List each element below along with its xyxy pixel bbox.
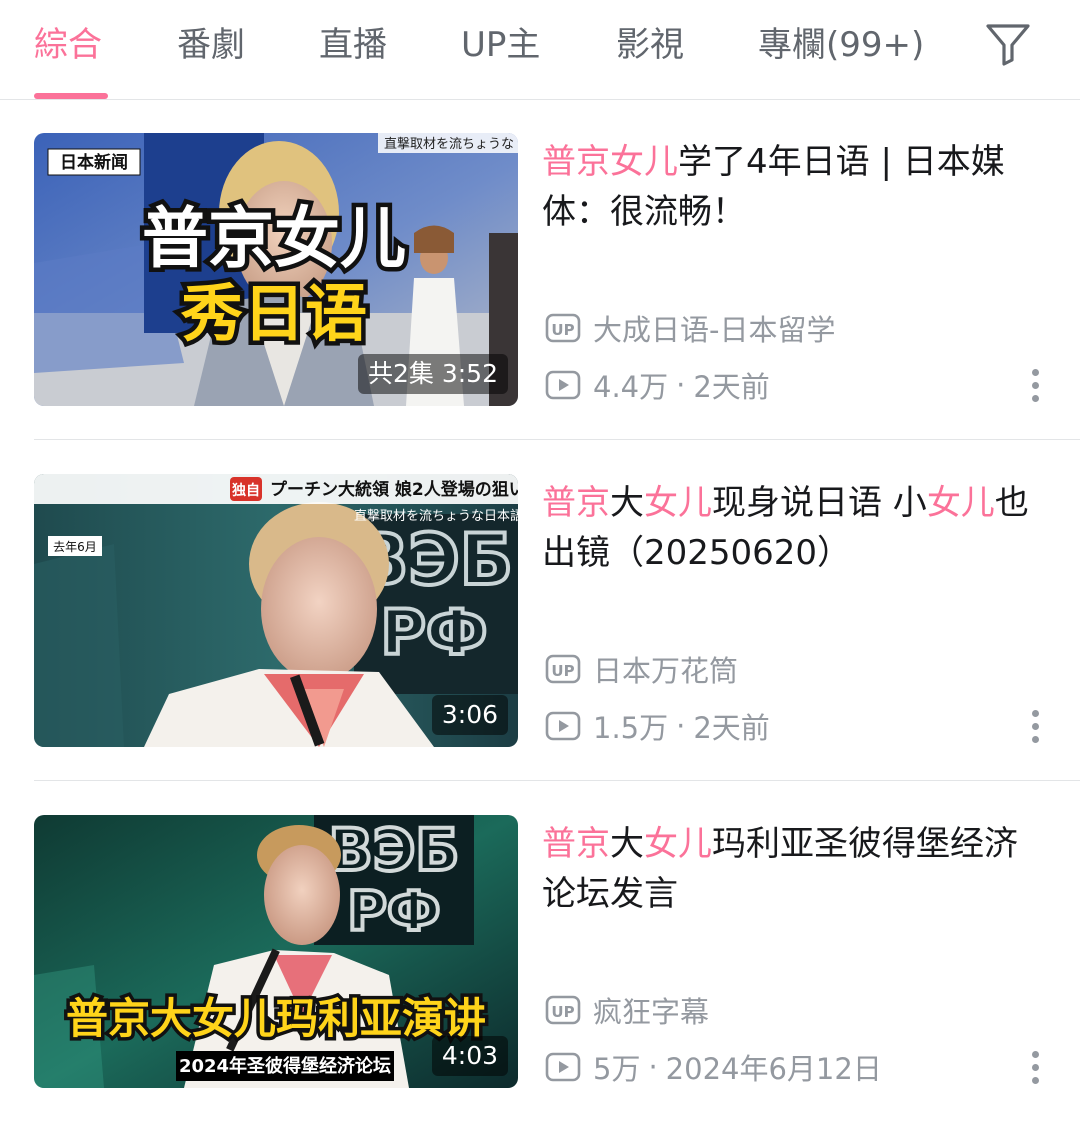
more-options-button[interactable] bbox=[1022, 706, 1048, 746]
stats-row: 4.4万 · 2天前 bbox=[545, 365, 770, 405]
video-duration: 4:03 bbox=[431, 1036, 508, 1076]
tab-bar: 綜合 番劇 直播 UP主 影視 專欄(99+) bbox=[0, 0, 1080, 100]
up-badge-icon: UP bbox=[545, 313, 581, 343]
more-vertical-icon bbox=[1031, 709, 1039, 717]
tab-anime[interactable]: 番劇 bbox=[177, 22, 245, 68]
video-title[interactable]: 普京女儿学了4年日语 | 日本媒体：很流畅！ bbox=[542, 137, 1042, 237]
filter-button[interactable] bbox=[982, 20, 1034, 68]
tab-live[interactable]: 直播 bbox=[319, 22, 387, 68]
title-keyword-highlight: 普京女儿 bbox=[542, 142, 678, 182]
video-card[interactable]: ВЭБ РФ 普京大女儿玛利亚演讲 2024年圣彼得堡经济论坛 4:03 普京大… bbox=[0, 781, 1080, 1122]
thumb-subheadline: 秀日语 bbox=[180, 277, 367, 350]
stats-row: 5万 · 2024年6月12日 bbox=[545, 1047, 882, 1087]
title-text: 现身说日语 小 bbox=[712, 483, 927, 523]
uploader-name: 大成日语-日本留学 bbox=[593, 313, 836, 347]
view-count: 5万 bbox=[593, 1052, 641, 1086]
svg-text:РФ: РФ bbox=[347, 880, 440, 943]
view-count: 1.5万 bbox=[593, 711, 669, 745]
stats-row: 1.5万 · 2天前 bbox=[545, 706, 770, 746]
more-vertical-icon bbox=[1031, 368, 1039, 376]
title-keyword-highlight: 普京 bbox=[542, 824, 610, 864]
video-thumbnail[interactable]: 日本新闻 直撃取材を流ちょうな 普京女儿 秀日语 共2集 3:52 bbox=[34, 133, 518, 406]
publish-date: 2天前 bbox=[693, 370, 770, 404]
video-duration: 3:06 bbox=[431, 695, 508, 735]
video-card[interactable]: 日本新闻 直撃取材を流ちょうな 普京女儿 秀日语 共2集 3:52 普京女儿学了… bbox=[0, 99, 1080, 440]
uploader-name: 疯狂字幕 bbox=[593, 995, 710, 1029]
video-thumbnail[interactable]: ВЭБ РФ 独自 プーチン大統領 娘2人登場の狙い 直撃取材を流ちょうな日本語… bbox=[34, 474, 518, 747]
title-keyword-highlight: 女儿 bbox=[644, 824, 712, 864]
video-thumbnail[interactable]: ВЭБ РФ 普京大女儿玛利亚演讲 2024年圣彼得堡经济论坛 4:03 bbox=[34, 815, 518, 1088]
publish-date: 2024年6月12日 bbox=[665, 1052, 882, 1086]
svg-text:UP: UP bbox=[551, 1003, 574, 1021]
play-count-icon bbox=[545, 1052, 581, 1082]
thumb-subcaption: 直撃取材を流ちょうな日本語で bbox=[354, 508, 518, 524]
title-keyword-highlight: 普京 bbox=[542, 483, 610, 523]
tab-comprehensive[interactable]: 綜合 bbox=[34, 22, 102, 68]
publish-date: 2天前 bbox=[693, 711, 770, 745]
play-count-icon bbox=[545, 711, 581, 741]
up-badge-icon: UP bbox=[545, 654, 581, 684]
thumb-badge: 独自 bbox=[232, 482, 260, 499]
play-count-icon bbox=[545, 370, 581, 400]
view-count: 4.4万 bbox=[593, 370, 669, 404]
svg-text:ВЭБ: ВЭБ bbox=[329, 816, 460, 884]
title-keyword-highlight: 女儿 bbox=[926, 483, 995, 523]
more-vertical-icon bbox=[1031, 1050, 1039, 1058]
meta-separator: · bbox=[676, 709, 686, 743]
thumb-small-label: 去年6月 bbox=[53, 540, 97, 554]
thumb-badge: 日本新闻 bbox=[60, 152, 128, 173]
thumb-caption: 2024年圣彼得堡经济论坛 bbox=[179, 1055, 391, 1077]
thumb-caption: プーチン大統領 娘2人登場の狙い bbox=[270, 479, 518, 500]
tab-uploader[interactable]: UP主 bbox=[461, 22, 540, 68]
more-options-button[interactable] bbox=[1022, 365, 1048, 405]
meta-separator: · bbox=[676, 368, 686, 402]
video-title[interactable]: 普京大女儿现身说日语 小女儿也出镜（20250620） bbox=[542, 478, 1042, 578]
thumb-headline: 普京女儿 bbox=[142, 200, 406, 277]
uploader-row[interactable]: UP 疯狂字幕 bbox=[545, 990, 709, 1030]
tab-column[interactable]: 專欄(99+) bbox=[758, 22, 924, 68]
uploader-row[interactable]: UP 日本万花筒 bbox=[545, 649, 738, 689]
video-title[interactable]: 普京大女儿玛利亚圣彼得堡经济论坛发言 bbox=[542, 819, 1042, 919]
tab-film[interactable]: 影視 bbox=[616, 22, 684, 68]
video-duration: 共2集 3:52 bbox=[358, 354, 508, 394]
filter-icon bbox=[986, 24, 1030, 66]
more-options-button[interactable] bbox=[1022, 1047, 1048, 1087]
title-text: 大 bbox=[610, 824, 644, 864]
uploader-name: 日本万花筒 bbox=[593, 654, 739, 688]
up-badge-icon: UP bbox=[545, 995, 581, 1025]
svg-text:РФ: РФ bbox=[381, 596, 488, 669]
uploader-row[interactable]: UP 大成日语-日本留学 bbox=[545, 308, 835, 348]
title-keyword-highlight: 女儿 bbox=[644, 483, 712, 523]
svg-text:UP: UP bbox=[551, 321, 574, 339]
thumb-caption: 直撃取材を流ちょうな bbox=[384, 136, 514, 152]
thumb-headline: 普京大女儿玛利亚演讲 bbox=[66, 994, 486, 1043]
meta-separator: · bbox=[648, 1050, 658, 1084]
video-card[interactable]: ВЭБ РФ 独自 プーチン大統領 娘2人登場の狙い 直撃取材を流ちょうな日本語… bbox=[0, 440, 1080, 781]
svg-text:UP: UP bbox=[551, 662, 574, 680]
title-text: 大 bbox=[610, 483, 644, 523]
